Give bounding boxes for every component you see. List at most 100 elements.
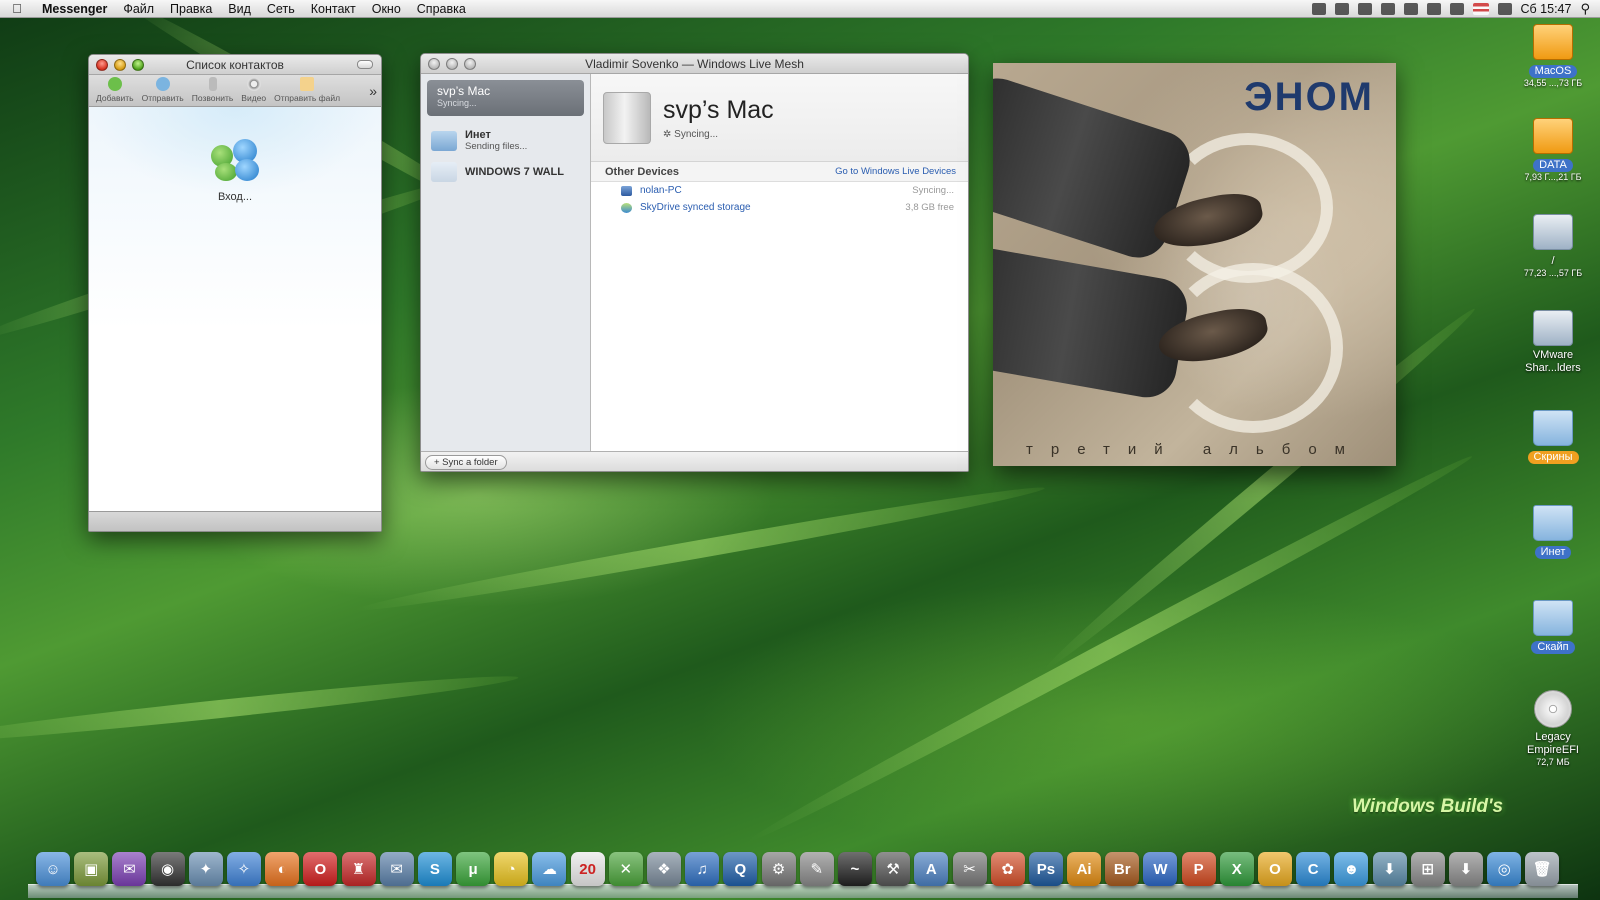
outlook-icon[interactable]: O: [1258, 852, 1292, 886]
desktop-icon-legacy-disc[interactable]: Legacy EmpireEFI 72,7 МБ: [1514, 690, 1592, 767]
live-mesh-icon[interactable]: ◎: [1487, 852, 1522, 886]
send-message-button[interactable]: Отправить: [139, 77, 187, 103]
sidebar-item-folder[interactable]: WINDOWS 7 WALL: [421, 157, 590, 187]
script-icon[interactable]: ✎: [799, 852, 834, 886]
itunes-icon[interactable]: ♫: [685, 852, 720, 886]
status-app-icon[interactable]: [1380, 2, 1395, 15]
go-to-devices-link[interactable]: Go to Windows Live Devices: [835, 166, 956, 177]
communicator-icon[interactable]: C: [1296, 852, 1331, 886]
sidebar-item-folder[interactable]: Инет Sending files...: [421, 124, 590, 157]
device-name[interactable]: SkyDrive synced storage: [640, 202, 751, 213]
mail-icon[interactable]: ✉: [379, 852, 414, 886]
time-machine-icon[interactable]: [1497, 2, 1512, 15]
network-icon[interactable]: ❖: [647, 852, 681, 886]
spotlight-icon[interactable]: ⚲: [1580, 1, 1590, 17]
desktop-icon-data-drive[interactable]: DATA 7,93 Г...,21 ГБ: [1514, 118, 1592, 182]
windows-app-icon[interactable]: ⊞: [1410, 852, 1445, 886]
powerpoint-icon[interactable]: P: [1181, 852, 1216, 886]
picasa-icon[interactable]: ✿: [990, 852, 1025, 886]
status-app-icon[interactable]: [1334, 2, 1349, 15]
sidebar-item-this-mac[interactable]: svp’s Mac Syncing...: [427, 80, 584, 116]
zoom-button[interactable]: [464, 58, 476, 70]
menu-network[interactable]: Сеть: [259, 2, 303, 16]
utility-icon[interactable]: ⚒: [876, 852, 911, 886]
video-button[interactable]: Видео: [238, 77, 269, 103]
trash-icon[interactable]: 🗑: [1525, 852, 1560, 886]
call-button[interactable]: Позвонить: [189, 77, 237, 103]
status-app-icon[interactable]: [1357, 2, 1372, 15]
desktop-icon-vmware-share[interactable]: VMware Shar...lders: [1514, 310, 1592, 375]
bridge-icon[interactable]: Br: [1105, 852, 1140, 886]
cube-app-icon[interactable]: ▣: [74, 852, 109, 886]
excel-icon[interactable]: X: [1219, 852, 1254, 886]
volume-icon[interactable]: [1449, 2, 1464, 15]
safari-icon[interactable]: ✧: [226, 852, 261, 886]
toolbar-toggle-button[interactable]: [357, 60, 373, 69]
quicktime-icon[interactable]: Q: [723, 852, 758, 886]
photoshop-icon[interactable]: Ps: [1028, 852, 1063, 886]
finder-icon[interactable]: ☺: [36, 852, 70, 886]
device-name[interactable]: nolan-PC: [640, 185, 682, 196]
red-app-icon[interactable]: ♜: [341, 852, 376, 886]
device-sync-status-text: Syncing...: [674, 128, 719, 140]
mesh-titlebar[interactable]: Vladimir Sovenko — Windows Live Mesh: [421, 54, 968, 74]
menu-window[interactable]: Окно: [364, 2, 409, 16]
menu-edit[interactable]: Правка: [162, 2, 220, 16]
folder-icon: [1533, 410, 1573, 446]
desktop-icon-macos-drive[interactable]: MacOS 34,55 ...,73 ГБ: [1514, 24, 1592, 88]
display-icon[interactable]: [1426, 2, 1441, 15]
desktop-icon-skype-folder[interactable]: Скайп: [1514, 600, 1592, 654]
microphone-icon: [208, 77, 217, 91]
close-button[interactable]: [96, 59, 108, 71]
input-language-flag-icon[interactable]: [1472, 2, 1489, 15]
sidebar-item-title: svp’s Mac: [437, 84, 491, 98]
messenger-statusbar: [89, 511, 381, 531]
menu-clock[interactable]: Сб 15:47: [1521, 2, 1572, 16]
desktop-icon-root-share[interactable]: / 77,23 ...,57 ГБ: [1514, 214, 1592, 278]
word-icon[interactable]: W: [1143, 852, 1178, 886]
device-row[interactable]: nolan-PC Syncing...: [591, 182, 968, 199]
x11-icon[interactable]: ✕: [608, 852, 643, 886]
menu-app-name[interactable]: Messenger: [34, 2, 115, 16]
system-preferences-icon[interactable]: ⚙: [761, 852, 796, 886]
close-button[interactable]: [428, 58, 440, 70]
device-row[interactable]: SkyDrive synced storage 3,8 GB free: [591, 199, 968, 216]
download-icon[interactable]: ⬇: [1372, 852, 1407, 886]
opera-icon[interactable]: O: [303, 852, 338, 886]
send-file-button[interactable]: Отправить файл: [271, 77, 343, 103]
status-app-icon[interactable]: [1403, 2, 1418, 15]
adium-icon[interactable]: ◔: [494, 852, 529, 886]
activity-monitor-icon[interactable]: ~: [837, 852, 872, 886]
sync-folder-button[interactable]: + Sync a folder: [425, 455, 507, 470]
zoom-button[interactable]: [132, 59, 144, 71]
menu-file[interactable]: Файл: [115, 2, 162, 16]
menu-help[interactable]: Справка: [409, 2, 474, 16]
firefox-icon[interactable]: ◐: [265, 852, 300, 886]
tools-icon[interactable]: ✂: [952, 852, 987, 886]
menu-view[interactable]: Вид: [220, 2, 259, 16]
add-contact-button[interactable]: Добавить: [93, 77, 137, 103]
more-tools-button[interactable]: »: [369, 83, 377, 99]
desktop-icon-screenshots-folder[interactable]: Скрины: [1514, 410, 1592, 464]
messenger-icon[interactable]: ☻: [1334, 852, 1369, 886]
status-app-icon[interactable]: [1311, 2, 1326, 15]
ical-icon[interactable]: 20: [570, 852, 605, 886]
menu-contact[interactable]: Контакт: [303, 2, 364, 16]
installer-icon[interactable]: ⬇: [1448, 852, 1483, 886]
device-status: Syncing...: [912, 185, 954, 196]
app-store-icon[interactable]: A: [914, 852, 949, 886]
apple-menu-icon[interactable]: : [0, 1, 34, 16]
illustrator-icon[interactable]: Ai: [1067, 852, 1102, 886]
messenger-titlebar[interactable]: Список контактов: [89, 55, 381, 75]
minimize-button[interactable]: [114, 59, 126, 71]
ichat-icon[interactable]: ☁: [532, 852, 567, 886]
dashboard-icon[interactable]: ◉: [150, 852, 185, 886]
grass-blade: [353, 479, 1047, 619]
preview-icon[interactable]: ✦: [188, 852, 223, 886]
skype-icon[interactable]: S: [417, 852, 452, 886]
minimize-button[interactable]: [446, 58, 458, 70]
utorrent-icon[interactable]: μ: [456, 852, 491, 886]
purple-app-icon[interactable]: ✉: [112, 852, 147, 886]
send-message-label: Отправить: [141, 93, 184, 103]
desktop-icon-inet-folder[interactable]: Инет: [1514, 505, 1592, 559]
